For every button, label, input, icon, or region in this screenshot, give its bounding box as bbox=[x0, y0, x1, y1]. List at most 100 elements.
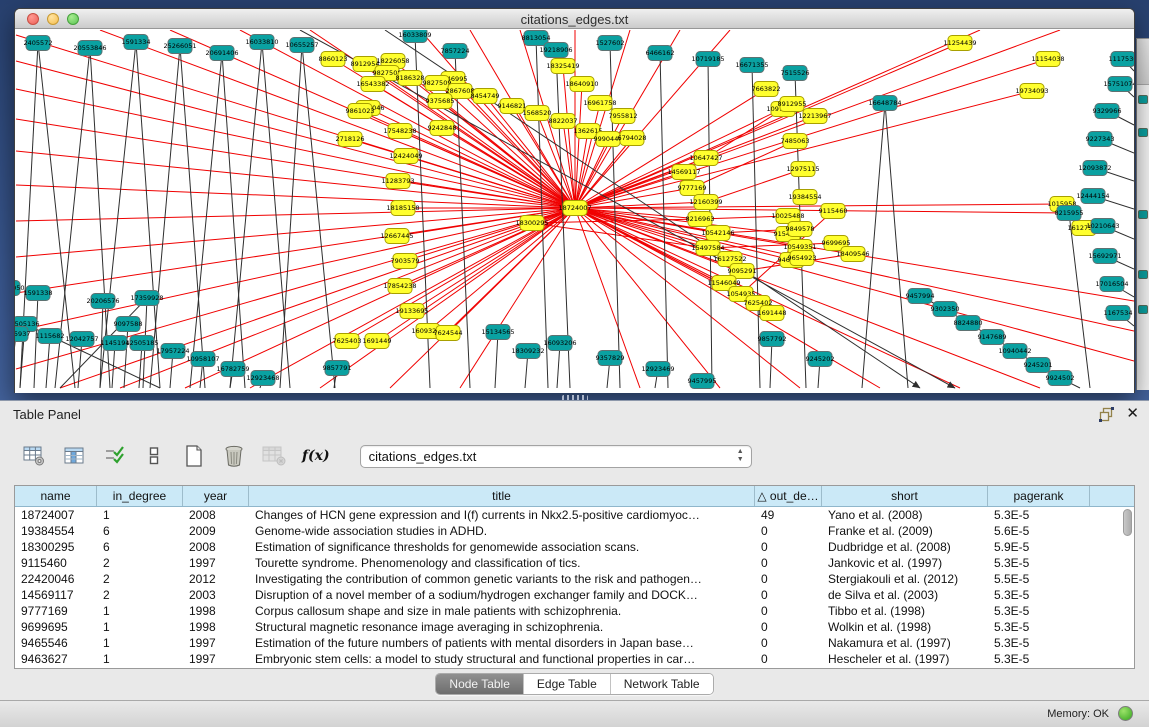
graph-node[interactable]: 7857224 bbox=[441, 44, 470, 59]
create-new-column-button[interactable] bbox=[182, 444, 206, 468]
graph-node[interactable]: 20206576 bbox=[86, 294, 119, 309]
graph-node[interactable]: 18309232 bbox=[511, 344, 544, 359]
table-row[interactable]: 1872400712008Changes of HCN gene express… bbox=[15, 507, 1134, 523]
table-cell[interactable]: 9115460 bbox=[15, 555, 97, 571]
table-cell[interactable]: 1997 bbox=[183, 651, 249, 667]
column-header-out_de[interactable]: △ out_de… bbox=[755, 486, 822, 506]
graph-node[interactable]: 25266051 bbox=[163, 39, 196, 54]
graph-node[interactable]: 10940442 bbox=[998, 344, 1031, 359]
graph-edge[interactable] bbox=[302, 45, 335, 388]
graph-node[interactable]: 11154038 bbox=[1031, 52, 1064, 67]
table-cell[interactable]: 2 bbox=[97, 571, 183, 587]
graph-edge[interactable] bbox=[495, 332, 498, 388]
graph-edge[interactable] bbox=[708, 243, 836, 248]
table-cell[interactable]: 5.5E-5 bbox=[988, 571, 1090, 587]
graph-node[interactable]: 16033809 bbox=[398, 30, 431, 43]
column-header-title[interactable]: title bbox=[249, 486, 755, 506]
graph-node[interactable]: 12444154 bbox=[1076, 189, 1109, 204]
graph-node[interactable]: 16671355 bbox=[735, 58, 768, 73]
table-cell[interactable]: Estimation of the future numbers of pati… bbox=[249, 635, 755, 651]
table-row[interactable]: 977716911998Corpus callosum shape and si… bbox=[15, 603, 1134, 619]
table-cell[interactable]: 9465546 bbox=[15, 635, 97, 651]
table-cell[interactable]: 1998 bbox=[183, 603, 249, 619]
table-scrollbar-thumb[interactable] bbox=[1123, 509, 1132, 536]
graph-edge[interactable] bbox=[320, 208, 575, 388]
graph-node[interactable]: 18724007 bbox=[558, 201, 591, 216]
graph-node[interactable]: 20691406 bbox=[205, 46, 238, 61]
table-cell[interactable]: 18300295 bbox=[15, 539, 97, 555]
graph-node[interactable]: 7515526 bbox=[781, 66, 810, 81]
graph-node[interactable]: 12160399 bbox=[689, 195, 722, 210]
table-cell[interactable]: Structural magnetic resonance image aver… bbox=[249, 619, 755, 635]
graph-node[interactable]: 8186328 bbox=[396, 71, 425, 86]
graph-node[interactable]: 9227343 bbox=[1086, 132, 1115, 147]
table-cell[interactable]: 6 bbox=[97, 539, 183, 555]
graph-node[interactable]: 16648784 bbox=[868, 96, 901, 111]
table-cell[interactable]: 0 bbox=[755, 523, 822, 539]
table-cell[interactable]: 9463627 bbox=[15, 651, 97, 667]
graph-node[interactable]: 12923469 bbox=[641, 362, 674, 377]
table-cell[interactable]: 5.3E-5 bbox=[988, 507, 1090, 523]
graph-node[interactable]: 9245201 bbox=[1024, 358, 1053, 373]
change-table-mode-button[interactable] bbox=[22, 444, 46, 468]
graph-edge[interactable] bbox=[412, 208, 575, 311]
tab-node-table[interactable]: Node Table bbox=[436, 674, 524, 694]
graph-edge[interactable] bbox=[16, 208, 575, 331]
table-cell[interactable]: 1 bbox=[97, 603, 183, 619]
table-cell[interactable]: Genome-wide association studies in ADHD. bbox=[249, 523, 755, 539]
table-cell[interactable]: 9699695 bbox=[15, 619, 97, 635]
graph-node[interactable]: 16782759 bbox=[216, 362, 249, 377]
table-cell[interactable]: Wolkin et al. (1998) bbox=[822, 619, 988, 635]
graph-node[interactable]: 17957224 bbox=[156, 344, 189, 359]
graph-node[interactable]: 18325419 bbox=[546, 59, 579, 74]
table-cell[interactable]: 0 bbox=[755, 539, 822, 555]
graph-node[interactable]: 1591334 bbox=[122, 35, 151, 50]
graph-node[interactable]: 11254439 bbox=[943, 36, 976, 51]
graph-node[interactable]: 9861023 bbox=[346, 104, 375, 119]
tab-network-table[interactable]: Network Table bbox=[611, 674, 713, 694]
graph-node[interactable]: 9115460 bbox=[819, 204, 848, 219]
graph-edge[interactable] bbox=[1069, 213, 1090, 388]
table-cell[interactable]: 19384554 bbox=[15, 523, 97, 539]
graph-edge[interactable] bbox=[280, 45, 302, 388]
network-canvas[interactable]: 1872400717548238124240491128379318185158… bbox=[15, 30, 1134, 393]
graph-node[interactable]: 12505185 bbox=[125, 336, 158, 351]
graph-node[interactable]: 18640910 bbox=[565, 77, 598, 92]
table-cell[interactable]: 1997 bbox=[183, 635, 249, 651]
graph-node[interactable]: 1568520 bbox=[523, 106, 552, 121]
graph-node[interactable]: 9924502 bbox=[1046, 371, 1075, 386]
graph-node[interactable]: 19734093 bbox=[1015, 84, 1048, 99]
graph-node[interactable]: 6466162 bbox=[646, 46, 675, 61]
graph-node[interactable]: 9777169 bbox=[678, 181, 707, 196]
table-cell[interactable]: 0 bbox=[755, 555, 822, 571]
graph-node[interactable]: 12923468 bbox=[246, 371, 279, 386]
graph-node[interactable]: 7903579 bbox=[391, 254, 420, 269]
table-cell[interactable]: Franke et al. (2009) bbox=[822, 523, 988, 539]
graph-node[interactable]: 19133695 bbox=[395, 304, 428, 319]
table-row[interactable]: 1830029562008Estimation of significance … bbox=[15, 539, 1134, 555]
table-cell[interactable]: 0 bbox=[755, 619, 822, 635]
graph-node[interactable]: 19218906 bbox=[539, 43, 572, 58]
graph-node[interactable]: 1691448 bbox=[758, 306, 787, 321]
graph-node[interactable]: 18185158 bbox=[386, 201, 419, 216]
graph-node[interactable]: 10719185 bbox=[691, 52, 724, 67]
graph-edge[interactable] bbox=[190, 53, 222, 388]
table-row[interactable]: 1938455462009Genome-wide association stu… bbox=[15, 523, 1134, 539]
table-cell[interactable]: 0 bbox=[755, 635, 822, 651]
graph-edge[interactable] bbox=[885, 103, 908, 388]
graph-node[interactable]: 7485063 bbox=[781, 134, 810, 149]
graph-node[interactable]: 3915937 bbox=[15, 327, 30, 342]
graph-node[interactable]: 12213967 bbox=[798, 109, 831, 124]
table-cell[interactable]: 2012 bbox=[183, 571, 249, 587]
graph-node[interactable]: 2405572 bbox=[24, 36, 53, 51]
graph-node[interactable]: 7624544 bbox=[434, 326, 463, 341]
graph-node[interactable]: 17016504 bbox=[1095, 277, 1128, 292]
graph-node[interactable]: 16093206 bbox=[543, 336, 576, 351]
table-cell[interactable]: Jankovic et al. (1997) bbox=[822, 555, 988, 571]
graph-node[interactable]: 9849578 bbox=[786, 222, 815, 237]
graph-node[interactable]: 15692971 bbox=[1088, 249, 1121, 264]
graph-node[interactable]: 10647427 bbox=[689, 151, 722, 166]
column-header-year[interactable]: year bbox=[183, 486, 249, 506]
graph-edge[interactable] bbox=[862, 103, 885, 388]
graph-node[interactable]: 1115682 bbox=[36, 329, 65, 344]
